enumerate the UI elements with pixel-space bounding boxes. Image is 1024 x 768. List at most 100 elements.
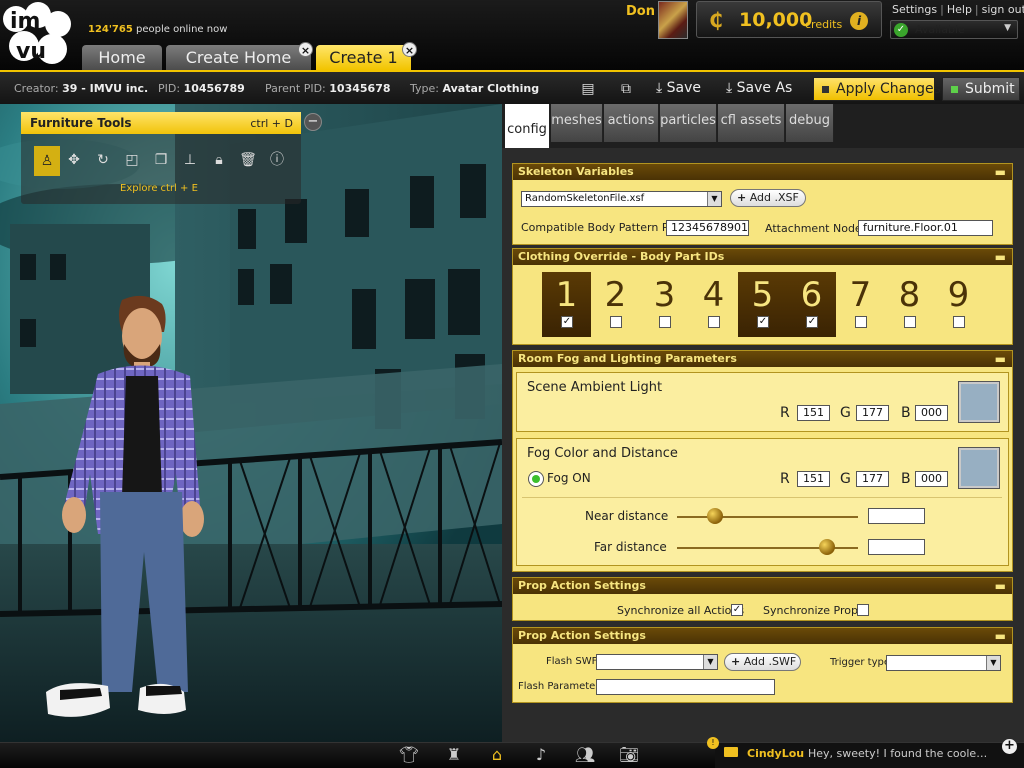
trigger-type-select[interactable]: ▼ [886,655,1001,671]
avatar-thumbnail[interactable] [658,1,688,39]
people-icon[interactable]: 👥︎ [573,745,597,765]
bullet-icon [822,86,829,93]
help-link[interactable]: Help [947,3,972,16]
far-distance-input[interactable] [868,539,925,555]
account-links: Settings | Help | sign out [892,3,1024,16]
body-part-5[interactable]: 5 ✓ [738,272,787,337]
collapse-button[interactable]: − [304,113,322,131]
flash-parameters-input[interactable] [596,679,775,695]
info-icon[interactable]: ⓘ [266,148,288,172]
tab-create-home[interactable]: Create Home [166,45,311,70]
download-icon: ⤓ [726,80,733,96]
chat-message-preview[interactable]: Hey, sweety! I found the coolest thi... [808,747,990,760]
fog-g-input[interactable]: 177 [856,471,889,487]
ambient-g-input[interactable]: 177 [856,405,889,421]
body-part-3[interactable]: 3 [640,272,689,337]
save-as-button[interactable]: ⤓ Save As [726,80,792,96]
credits-display[interactable]: ₵ 10,000 credits i [696,1,882,38]
rotate-icon[interactable]: ↻ [92,148,114,172]
windows-icon[interactable]: ⧉ [615,78,637,100]
section-header[interactable]: Clothing Override - Body Part IDs ▬ [513,249,1012,265]
tab-home[interactable]: Home [82,45,162,70]
body-part-checkbox[interactable] [953,316,965,328]
body-part-checkbox[interactable] [610,316,622,328]
move-icon[interactable]: ✥ [63,148,85,172]
sign-out-link[interactable]: sign out [982,3,1024,16]
settings-link[interactable]: Settings [892,3,937,16]
music-icon[interactable]: ♪ [529,745,553,765]
fog-color-swatch[interactable] [958,447,1000,489]
body-part-1[interactable]: 1 ✓ [542,272,591,337]
body-part-8[interactable]: 8 [885,272,934,337]
section-header[interactable]: Prop Action Settings ▬ [513,578,1012,594]
ambient-b-input[interactable]: 000 [915,405,948,421]
body-pattern-pid-input[interactable]: 123456789012 [666,220,749,236]
near-distance-slider[interactable] [677,516,858,518]
chair-icon[interactable]: ♜ [442,745,466,765]
tab-meshes[interactable]: meshes [551,104,603,142]
body-part-7[interactable]: 7 [836,272,885,337]
username[interactable]: Don [626,4,655,19]
shirt-icon[interactable]: 👕︎ [397,745,421,765]
plus-icon[interactable]: + [1002,739,1017,754]
explore-person-icon[interactable]: ♙ [34,146,60,176]
section-header[interactable]: Room Fog and Lighting Parameters ▬ [513,351,1012,367]
body-part-checkbox[interactable]: ✓ [757,316,769,328]
fog-r-input[interactable]: 151 [797,471,830,487]
body-part-number: 4 [702,275,725,315]
sync-props-checkbox[interactable] [857,604,869,616]
tab-create-1[interactable]: Create 1 [316,45,411,70]
collapse-icon[interactable]: ▬ [995,164,1006,180]
skeleton-file-select[interactable]: RandomSkeletonFile.xsf ▼ [521,191,722,207]
flash-swf-select[interactable]: ▼ [596,654,718,670]
body-part-4[interactable]: 4 [689,272,738,337]
tab-cfl-assets[interactable]: cfl assets [718,104,785,142]
attachment-node-input[interactable]: furniture.Floor.01 [858,220,993,236]
home-icon[interactable]: ⌂ [485,745,509,765]
save-button[interactable]: ⤓ Save [656,80,701,96]
sync-actions-checkbox[interactable]: ✓ [731,604,743,616]
body-part-checkbox[interactable]: ✓ [806,316,818,328]
section-header[interactable]: Skeleton Variables ▬ [513,164,1012,180]
ambient-r-input[interactable]: 151 [797,405,830,421]
ambient-color-swatch[interactable] [958,381,1000,423]
close-icon[interactable]: × [402,42,417,57]
snap-floor-icon[interactable]: ⊥ [179,148,201,172]
duplicate-icon[interactable]: ❐ [150,148,172,172]
collapse-icon[interactable]: ▬ [995,249,1006,265]
tab-debug[interactable]: debug [786,104,834,142]
collapse-icon[interactable]: ▬ [995,578,1006,594]
fog-b-input[interactable]: 000 [915,471,948,487]
slider-knob[interactable] [707,508,723,524]
body-part-checkbox[interactable] [659,316,671,328]
tab-particles[interactable]: particles [660,104,717,142]
apply-changes-button[interactable]: Apply Changes [813,77,941,101]
collapse-icon[interactable]: ▬ [995,628,1006,644]
submit-button[interactable]: Submit [942,77,1020,101]
status-dropdown[interactable]: ✓ Available ▼ [890,20,1018,39]
body-part-2[interactable]: 2 [591,272,640,337]
body-part-checkbox[interactable] [904,316,916,328]
tab-actions[interactable]: actions [604,104,659,142]
camera-icon[interactable]: 📷︎ [617,745,641,765]
imvu-logo[interactable]: im vu [2,2,74,68]
body-part-checkbox[interactable] [855,316,867,328]
fog-on-toggle[interactable] [528,471,544,487]
trash-icon[interactable]: 🗑︎ [237,148,259,172]
section-header[interactable]: Prop Action Settings ▬ [513,628,1012,644]
body-part-6[interactable]: 6 ✓ [787,272,836,337]
near-distance-input[interactable] [868,508,925,524]
scale-icon[interactable]: ◰ [121,148,143,172]
body-part-9[interactable]: 9 [934,272,983,337]
body-part-checkbox[interactable]: ✓ [561,316,573,328]
add-xsf-button[interactable]: + Add .XSF [730,189,806,207]
tab-config[interactable]: config [505,104,550,148]
notes-icon[interactable]: ▤ [577,78,599,100]
add-swf-button[interactable]: + Add .SWF [724,653,801,671]
info-icon[interactable]: i [850,12,868,30]
collapse-icon[interactable]: ▬ [995,351,1006,367]
furniture-tools-header[interactable]: Furniture Tools ctrl + D [21,112,301,134]
close-icon[interactable]: × [298,42,313,57]
body-part-checkbox[interactable] [708,316,720,328]
lock-icon[interactable]: 🔒︎ [208,148,230,172]
